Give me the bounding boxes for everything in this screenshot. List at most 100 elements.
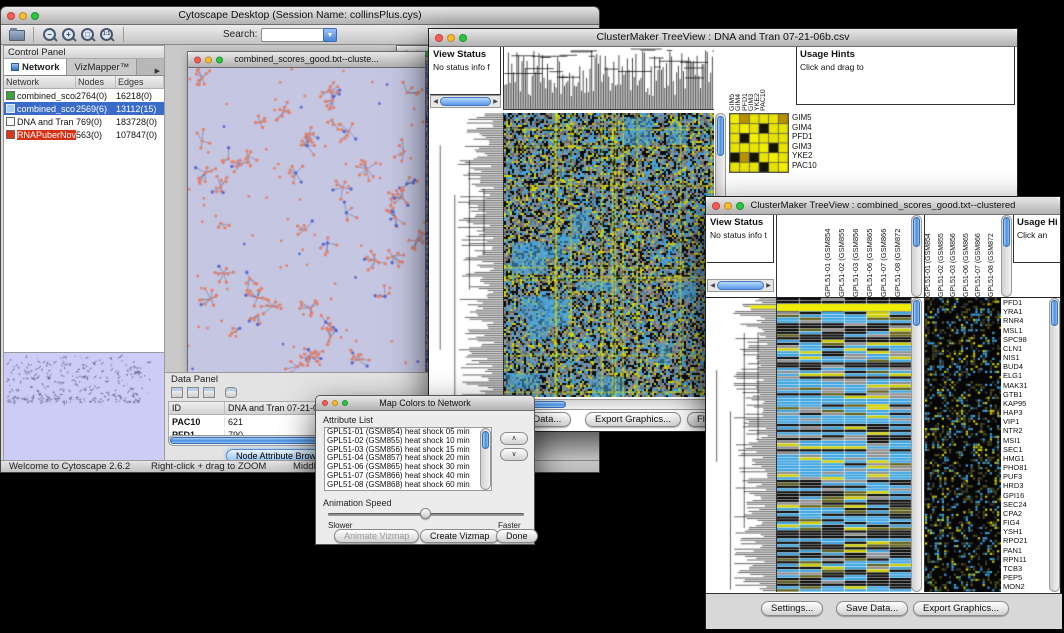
column-header-edges[interactable]: Edges	[116, 76, 164, 88]
labels2-v-scrollbar[interactable]	[1001, 215, 1012, 297]
scrollbar-thumb[interactable]	[717, 116, 724, 156]
status-h-scrollbar[interactable]: ◀ ▶	[707, 279, 774, 292]
comb-secondary-heatmap-canvas[interactable]	[924, 298, 1001, 592]
done-button[interactable]: Done	[496, 529, 538, 543]
attribute-delete-icon[interactable]	[203, 387, 215, 398]
search-dropdown-icon[interactable]: ▼	[323, 28, 337, 42]
network-row[interactable]: combined_sco2569(6)13112(15)	[4, 102, 164, 115]
attribute-item[interactable]: GPL51-08 (GSM868) heat shock 60 min	[325, 481, 491, 490]
scroll-right-icon[interactable]: ▶	[491, 98, 500, 105]
open-session-icon[interactable]	[9, 30, 25, 41]
attribute-list-scrollbar[interactable]	[480, 428, 491, 490]
attribute-item[interactable]: GPL51-03 (GSM856) heat shock 15 min	[325, 446, 491, 455]
comb-heatmap-canvas[interactable]	[776, 298, 912, 592]
column-header-nodes[interactable]: Nodes	[76, 76, 116, 88]
column-header-id[interactable]: ID	[169, 402, 225, 414]
close-button[interactable]	[194, 56, 201, 63]
export-graphics-button[interactable]: Export Graphics...	[585, 412, 681, 427]
minimize-button[interactable]	[332, 400, 338, 406]
animation-speed-slider[interactable]	[328, 508, 524, 520]
close-button[interactable]	[435, 34, 443, 42]
scrollbar-thumb[interactable]	[482, 431, 489, 449]
matrix-column-label: PFD1	[742, 47, 748, 111]
network-row[interactable]: RNAPuberNov2563(0)107847(0)	[4, 128, 164, 141]
scrollbar-thumb[interactable]	[1051, 300, 1058, 326]
attribute-item[interactable]: GPL51-06 (GSM865) heat shock 30 min	[325, 463, 491, 472]
zoom-window-button[interactable]	[342, 400, 348, 406]
minimize-button[interactable]	[19, 12, 27, 20]
labels-v-scrollbar[interactable]	[911, 215, 922, 297]
gene-label: RPN11	[1003, 555, 1048, 564]
treeview-dna-titlebar[interactable]: ClusterMaker TreeView : DNA and Tran 07-…	[429, 29, 1017, 47]
zoom-in-icon[interactable]: +	[62, 28, 75, 41]
settings-button[interactable]: Settings...	[761, 601, 823, 616]
attribute-item[interactable]: GPL51-07 (GSM866) heat shock 40 min	[325, 472, 491, 481]
minimize-button[interactable]	[205, 56, 212, 63]
heatmap-v-scrollbar[interactable]	[911, 298, 922, 592]
scroll-left-icon[interactable]: ◀	[431, 98, 440, 105]
zoom-fit-icon[interactable]: □	[81, 28, 94, 41]
gene-label: FIG4	[1003, 518, 1048, 527]
tab-overflow-icon[interactable]: ▶	[151, 67, 164, 75]
matrix-column-label: PAC10	[760, 47, 766, 111]
overview-thumbnail-canvas[interactable]	[4, 353, 164, 463]
dna-heatmap-canvas[interactable]	[503, 113, 714, 397]
animate-vizmap-button[interactable]: Animate Vizmap	[334, 529, 419, 543]
close-button[interactable]	[7, 12, 15, 20]
map-colors-titlebar[interactable]: Map Colors to Network	[316, 396, 534, 411]
scrollbar-thumb[interactable]	[913, 217, 920, 247]
treeview-combined-titlebar[interactable]: ClusterMaker TreeView : combined_scores_…	[706, 197, 1060, 215]
network-view-titlebar[interactable]: combined_scores_good.txt--cluste...	[188, 52, 425, 68]
status-h-scrollbar[interactable]: ◀ ▶	[430, 95, 501, 108]
dna-similarity-matrix-canvas[interactable]	[729, 113, 789, 173]
create-vizmap-button[interactable]: Create Vizmap	[420, 529, 499, 543]
minimize-button[interactable]	[724, 202, 732, 210]
zoom-window-button[interactable]	[736, 202, 744, 210]
scrollbar-thumb[interactable]	[913, 300, 920, 326]
database-icon[interactable]	[225, 387, 237, 398]
network-row[interactable]: DNA and Tran 07769(0)183728(0)	[4, 115, 164, 128]
minimize-button[interactable]	[447, 34, 455, 42]
search-input[interactable]: ▼	[261, 28, 337, 42]
tab-network[interactable]: Network	[4, 59, 67, 75]
zoom-out-icon[interactable]: −	[43, 28, 56, 41]
attribute-list[interactable]: GPL51-01 (GSM854) heat shock 05 minGPL51…	[324, 427, 492, 491]
column-label: GPL51-03 (GSM856	[851, 215, 865, 297]
network-overview[interactable]	[4, 352, 164, 463]
network-row[interactable]: combined_scores2764(0)16218(0)	[4, 89, 164, 102]
save-data-button[interactable]: Save Data...	[836, 601, 908, 616]
dna-row-dendrogram-canvas[interactable]	[430, 113, 503, 397]
zoom-actual-icon[interactable]: 1:1	[100, 28, 113, 41]
matrix-row-label: PFD1	[792, 132, 832, 142]
dna-column-dendrogram-canvas[interactable]	[503, 47, 714, 110]
close-button[interactable]	[322, 400, 328, 406]
cytoscape-titlebar[interactable]: Cytoscape Desktop (Session Name: collins…	[1, 7, 599, 25]
column-header-network[interactable]: Network	[4, 76, 76, 88]
export-graphics-button[interactable]: Export Graphics...	[913, 601, 1009, 616]
scrollbar-thumb[interactable]	[717, 281, 764, 290]
attribute-item[interactable]: GPL51-02 (GSM855) heat shock 10 min	[325, 437, 491, 446]
attribute-select-icon[interactable]	[171, 387, 183, 398]
scroll-left-icon[interactable]: ◀	[708, 282, 717, 289]
scroll-right-icon[interactable]: ▶	[764, 282, 773, 289]
comb-row-dendrogram-canvas[interactable]	[707, 298, 776, 592]
scrollbar-thumb[interactable]	[1003, 217, 1010, 247]
desktop: Cytoscape Desktop (Session Name: collins…	[0, 0, 1064, 633]
close-button[interactable]	[712, 202, 720, 210]
slider-thumb[interactable]	[420, 508, 431, 519]
gene-v-scrollbar[interactable]	[1049, 298, 1060, 592]
gene-label: PFD1	[1003, 298, 1048, 307]
column-label: GPL51-06 (GSM865	[963, 215, 976, 297]
tab-vizmapper[interactable]: VizMapper™	[67, 59, 137, 75]
tab-network-label: Network	[22, 62, 59, 73]
attribute-item[interactable]: GPL51-01 (GSM854) heat shock 05 min	[325, 428, 491, 437]
move-up-button[interactable]: ∧	[500, 432, 528, 445]
network-view-canvas[interactable]	[188, 68, 425, 372]
zoom-window-button[interactable]	[216, 56, 223, 63]
attribute-create-icon[interactable]	[187, 387, 199, 398]
scrollbar-thumb[interactable]	[440, 97, 491, 106]
attribute-item[interactable]: GPL51-04 (GSM857) heat shock 20 min	[325, 454, 491, 463]
zoom-window-button[interactable]	[31, 12, 39, 20]
move-down-button[interactable]: ∨	[500, 448, 528, 461]
zoom-window-button[interactable]	[459, 34, 467, 42]
